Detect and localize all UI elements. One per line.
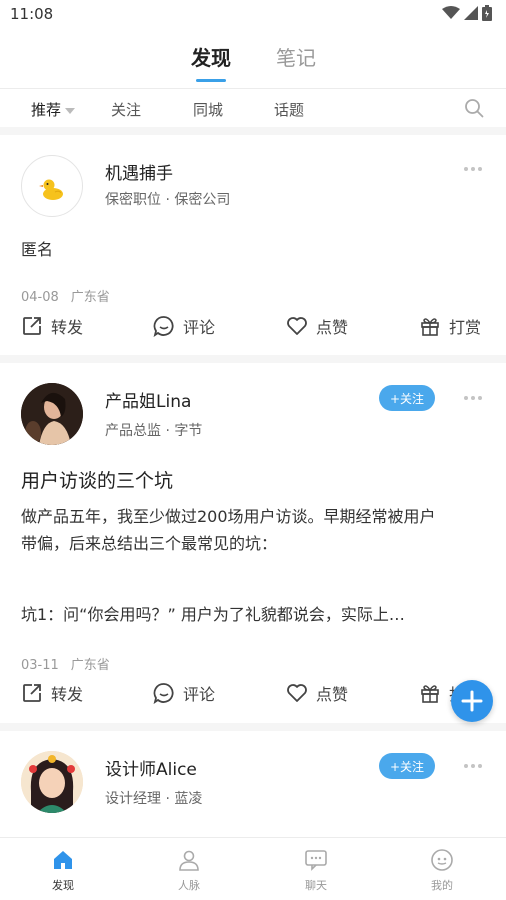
sub-nav-topics[interactable]: 话题	[274, 99, 304, 120]
tab-notes[interactable]: 笔记	[276, 42, 316, 71]
heart-icon	[287, 317, 307, 335]
comment-label: 评论	[183, 685, 216, 704]
post-location: 广东省	[70, 290, 110, 305]
author-subtitle: 保密职位 · 保密公司	[105, 192, 231, 208]
plus-icon	[461, 690, 483, 712]
signal-icon	[464, 6, 478, 20]
post-body-line: 带偏，后来总结出三个最常见的坑：	[21, 534, 278, 553]
post-date: 03-11	[21, 658, 59, 673]
bottom-nav-me[interactable]: 我的	[412, 848, 472, 893]
post-card[interactable]: 设计师Alice 设计经理 · 蓝凌 +关注	[0, 731, 506, 837]
bottom-nav-label: 聊天	[305, 879, 327, 892]
section-separator	[0, 723, 506, 731]
comment-icon	[153, 316, 174, 337]
like-label: 点赞	[316, 318, 349, 337]
share-label: 转发	[51, 685, 84, 704]
comment-icon	[153, 683, 174, 704]
status-time: 11:08	[10, 5, 54, 23]
follow-button[interactable]: +关注	[379, 753, 435, 779]
top-tabs: 发现 笔记	[0, 28, 506, 88]
follow-button[interactable]: +关注	[379, 385, 435, 411]
comment-button[interactable]: 评论	[153, 681, 215, 705]
gift-icon	[421, 318, 439, 336]
post-body-line: 坑1：问“你会用吗？” 用户为了礼貌都说会，实际上…	[21, 605, 405, 624]
search-icon[interactable]	[464, 98, 484, 118]
comment-label: 评论	[183, 318, 216, 337]
share-icon	[23, 684, 41, 702]
post-card[interactable]: 产品姐Lina 产品总监 · 字节 +关注 用户访谈的三个坑 做产品五年，我至少…	[0, 363, 506, 723]
sub-nav: 推荐 关注 同城 话题	[0, 89, 506, 127]
gift-icon	[421, 685, 439, 703]
bottom-nav-discover[interactable]: 发现	[33, 848, 93, 893]
author-subtitle: 产品总监 · 字节	[105, 423, 203, 439]
post-actions: 转发 评论 点赞 打赏	[0, 681, 506, 711]
reward-button[interactable]: 打赏	[419, 314, 481, 338]
author-subtitle: 设计经理 · 蓝凌	[105, 791, 203, 807]
post-title[interactable]: 用户访谈的三个坑	[21, 466, 173, 493]
bottom-nav: 发现 人脉 聊天 我的	[0, 837, 506, 900]
more-icon[interactable]	[464, 394, 484, 402]
sub-nav-recommend-label: 推荐	[31, 101, 62, 119]
home-icon	[54, 851, 72, 869]
bottom-nav-label: 人脉	[178, 879, 200, 892]
section-separator	[0, 355, 506, 363]
heart-icon	[287, 684, 307, 702]
post-body: 做产品五年，我至少做过200场用户访谈。早期经常被用户 带偏，后来总结出三个最常…	[21, 503, 491, 628]
sub-nav-local[interactable]: 同城	[193, 99, 223, 120]
post-body: 匿名	[21, 240, 54, 259]
like-label: 点赞	[316, 685, 349, 704]
post-actions: 转发 评论 点赞 打赏	[0, 314, 506, 344]
avatar[interactable]	[21, 751, 83, 813]
battery-icon	[482, 5, 492, 21]
share-icon	[23, 317, 41, 335]
post-meta: 03-11 广东省	[21, 654, 110, 673]
reward-label: 打赏	[449, 318, 482, 337]
tab-underline	[196, 79, 226, 82]
chevron-down-icon	[65, 107, 76, 114]
person-icon	[179, 850, 199, 871]
illustrated-avatar-icon	[21, 751, 83, 813]
like-button[interactable]: 点赞	[286, 314, 348, 338]
status-icons	[442, 5, 492, 21]
post-date: 04-08	[21, 290, 59, 305]
share-button[interactable]: 转发	[21, 681, 83, 705]
author-name[interactable]: 机遇捕手	[105, 159, 173, 184]
post-meta: 04-08 广东省	[21, 286, 110, 305]
avatar[interactable]	[21, 155, 83, 217]
bottom-nav-label: 发现	[52, 879, 74, 892]
bottom-nav-contacts[interactable]: 人脉	[159, 848, 219, 893]
wifi-icon	[442, 6, 460, 19]
section-separator	[0, 127, 506, 135]
profile-icon	[431, 849, 453, 871]
bottom-nav-label: 我的	[431, 879, 453, 892]
post-body-line: 做产品五年，我至少做过200场用户访谈。早期经常被用户	[21, 507, 436, 526]
post-body-line	[21, 557, 491, 601]
sub-nav-recommend[interactable]: 推荐	[31, 99, 76, 120]
share-label: 转发	[51, 318, 84, 337]
duck-avatar-icon	[39, 179, 63, 200]
author-name[interactable]: 产品姐Lina	[105, 387, 191, 412]
like-button[interactable]: 点赞	[286, 681, 348, 705]
share-button[interactable]: 转发	[21, 314, 83, 338]
post-card[interactable]: 机遇捕手 保密职位 · 保密公司 匿名 04-08 广东省 转发 评论 点赞 打赏	[0, 135, 506, 355]
bottom-nav-chat[interactable]: 聊天	[286, 848, 346, 893]
avatar[interactable]	[21, 383, 83, 445]
sub-nav-follow[interactable]: 关注	[111, 99, 141, 120]
status-bar: 11:08	[0, 0, 506, 28]
tab-discover[interactable]: 发现	[191, 42, 231, 71]
person-avatar-icon	[21, 383, 83, 445]
create-post-button[interactable]	[451, 680, 493, 722]
author-name[interactable]: 设计师Alice	[105, 755, 197, 780]
chat-icon	[305, 850, 327, 871]
more-icon[interactable]	[464, 165, 484, 173]
post-location: 广东省	[70, 658, 110, 673]
more-icon[interactable]	[464, 762, 484, 770]
comment-button[interactable]: 评论	[153, 314, 215, 338]
